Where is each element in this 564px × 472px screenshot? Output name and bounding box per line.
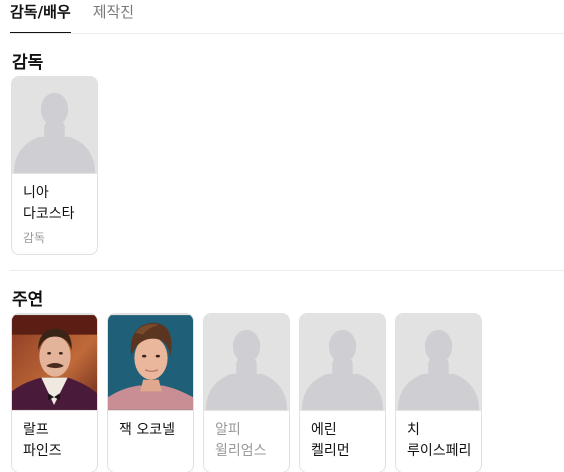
director-card-row: 니아 다코스타 감독 bbox=[11, 76, 98, 255]
profile-placeholder-icon bbox=[204, 314, 289, 411]
tabs-divider bbox=[10, 33, 564, 34]
tab-bar: 감독/배우 제작진 bbox=[10, 0, 156, 34]
person-name: 알피 윌리엄스 bbox=[215, 422, 267, 459]
profile-placeholder-icon bbox=[396, 314, 481, 411]
tab-production-crew[interactable]: 제작진 bbox=[93, 0, 134, 34]
section-divider bbox=[10, 270, 564, 271]
profile-placeholder-icon bbox=[300, 314, 385, 411]
person-name: 치 루이스페리 bbox=[407, 422, 472, 459]
profile-placeholder-icon bbox=[12, 77, 97, 174]
person-name: 에린 켈리먼 bbox=[311, 422, 350, 459]
person-card[interactable]: 니아 다코스타 감독 bbox=[11, 76, 98, 255]
person-card[interactable]: 알피 윌리엄스 bbox=[203, 313, 290, 472]
person-card[interactable]: 에린 켈리먼 bbox=[299, 313, 386, 472]
section-title-cast: 주연 bbox=[12, 290, 44, 310]
person-name: 랄프 파인즈 bbox=[23, 422, 62, 459]
person-role: 감독 bbox=[23, 231, 46, 245]
profile-photo bbox=[108, 314, 193, 411]
person-name: 잭 오코넬 bbox=[119, 422, 175, 438]
profile-photo bbox=[12, 314, 97, 411]
tab-director-actors[interactable]: 감독/배우 bbox=[10, 0, 71, 34]
person-card[interactable]: 잭 오코넬 bbox=[107, 313, 194, 472]
section-title-director: 감독 bbox=[12, 53, 44, 73]
cast-card-row: 랄프 파인즈 잭 오코넬 알피 윌리엄스 에린 켈리먼 치 루이스페리 bbox=[11, 313, 482, 472]
person-card[interactable]: 치 루이스페리 bbox=[395, 313, 482, 472]
person-card[interactable]: 랄프 파인즈 bbox=[11, 313, 98, 472]
person-name: 니아 다코스타 bbox=[23, 185, 75, 222]
